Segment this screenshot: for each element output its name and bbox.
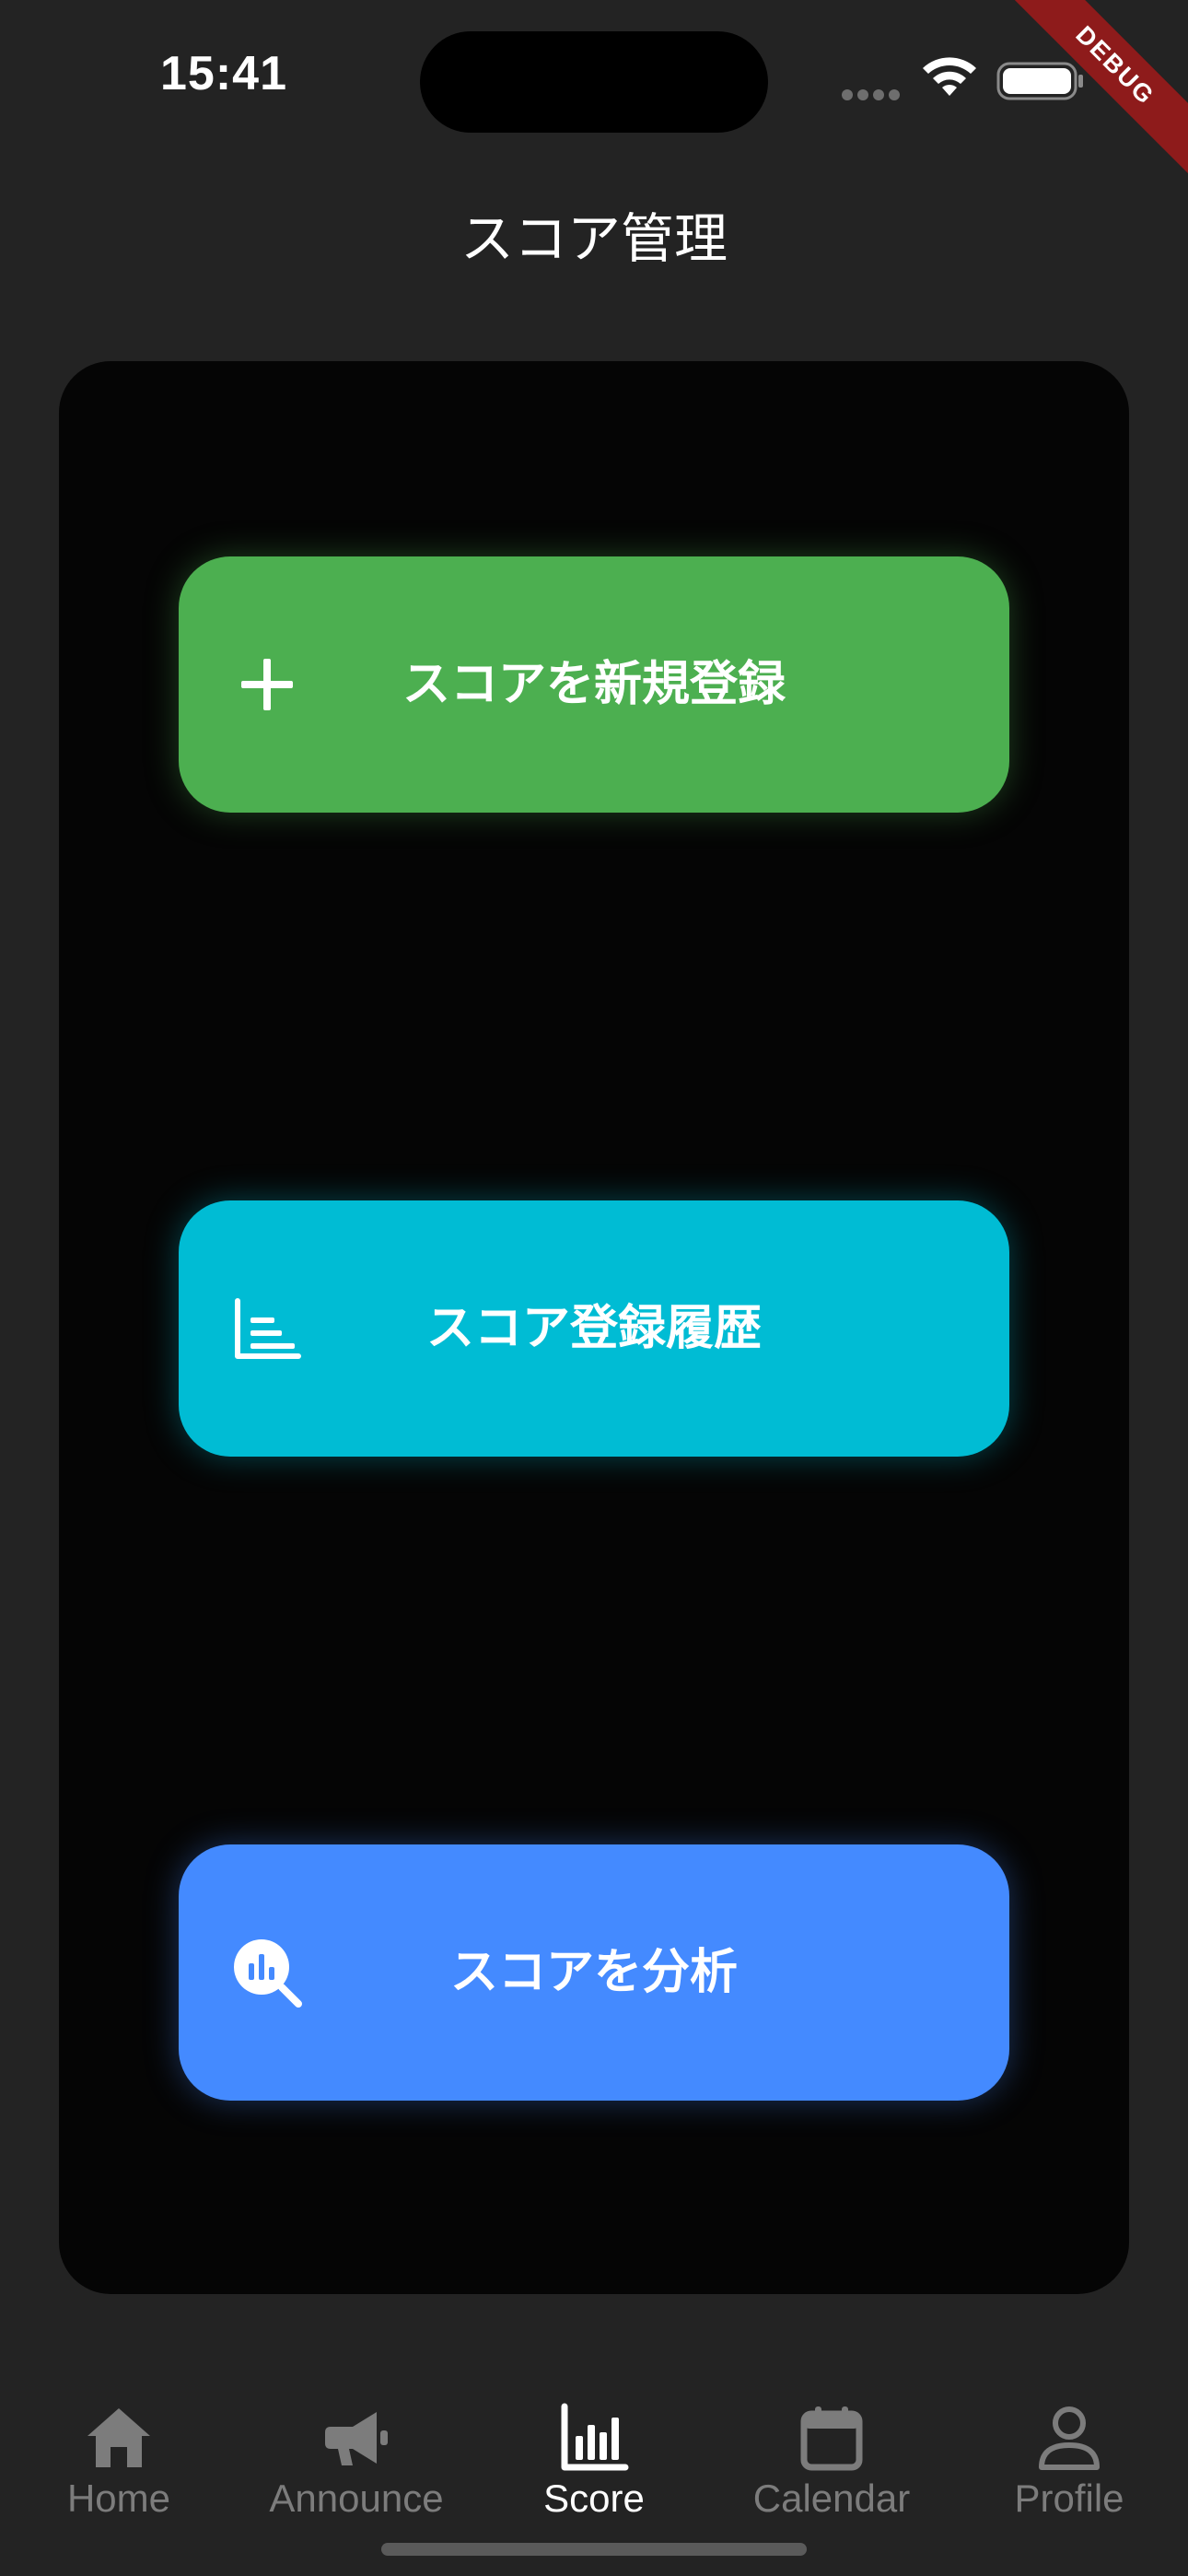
analyze-score-button[interactable]: スコアを分析 xyxy=(179,1844,1009,2101)
nav-label-calendar: Calendar xyxy=(752,2476,911,2520)
home-icon xyxy=(87,2408,150,2467)
page-title: スコア管理 xyxy=(460,207,728,270)
dynamic-island xyxy=(420,31,768,133)
person-icon xyxy=(1039,2406,1100,2470)
nav-item-home[interactable]: Home xyxy=(0,2390,238,2528)
calendar-icon xyxy=(800,2406,863,2471)
bottom-navigation: Home Announce Score Calendar Profile xyxy=(0,2390,1188,2537)
nav-item-announce[interactable]: Announce xyxy=(238,2390,475,2528)
home-indicator[interactable] xyxy=(381,2543,807,2556)
status-time: 15:41 xyxy=(160,47,287,100)
score-management-screen: 15:41 DEBUG スコア管理 スコアを新規登録 スコア登録履歴 スコアを分… xyxy=(0,0,1188,2576)
nav-item-calendar[interactable]: Calendar xyxy=(713,2390,950,2528)
analyze-score-label: スコアを分析 xyxy=(449,1945,738,2000)
nav-label-score: Score xyxy=(543,2476,645,2520)
register-score-label: スコアを新規登録 xyxy=(402,657,786,712)
wifi-icon xyxy=(923,57,976,96)
score-history-button[interactable]: スコア登録履歴 xyxy=(179,1200,1009,1457)
nav-label-announce: Announce xyxy=(269,2476,444,2520)
megaphone-icon xyxy=(325,2412,388,2465)
register-score-button[interactable]: スコアを新規登録 xyxy=(179,556,1009,813)
nav-item-profile[interactable]: Profile xyxy=(950,2390,1188,2528)
bar-chart-icon xyxy=(561,2403,629,2471)
nav-label-home: Home xyxy=(66,2476,171,2520)
battery-icon xyxy=(996,62,1083,100)
score-history-label: スコア登録履歴 xyxy=(425,1301,762,1356)
nav-label-profile: Profile xyxy=(1014,2476,1124,2520)
cellular-signal-icon xyxy=(842,87,906,100)
nav-item-score[interactable]: Score xyxy=(475,2390,713,2528)
